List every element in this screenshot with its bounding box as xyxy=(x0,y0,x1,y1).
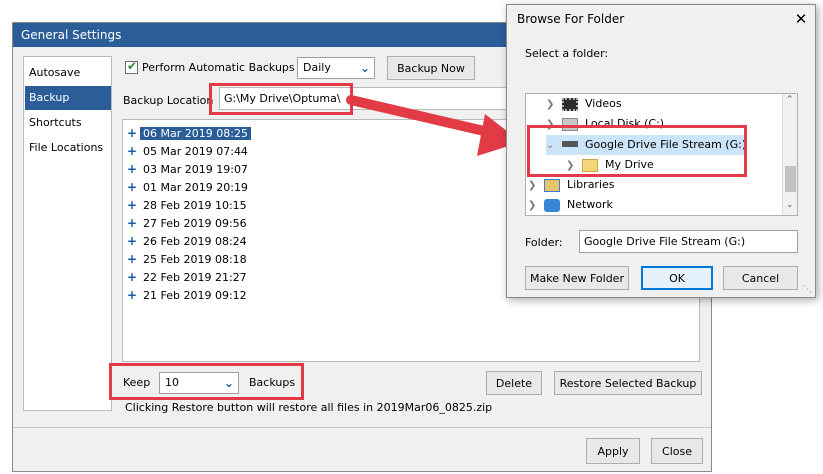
nav-item-file-locations[interactable]: File Locations xyxy=(25,136,111,160)
divider xyxy=(13,427,711,428)
annotation-arrow xyxy=(346,95,521,156)
make-new-folder-button[interactable]: Make New Folder xyxy=(525,266,629,290)
folder-value: Google Drive File Stream (G:) xyxy=(584,235,746,248)
chevron-right-icon: ❯ xyxy=(546,99,555,110)
list-item[interactable]: +28 Feb 2019 10:15 xyxy=(127,197,250,214)
scroll-down-icon[interactable]: ⌄ xyxy=(786,200,794,210)
dialog-prompt: Select a folder: xyxy=(525,47,609,60)
chevron-down-icon: ⌄ xyxy=(359,61,370,75)
backup-location-label: Backup Location xyxy=(123,94,214,107)
scroll-up-icon[interactable]: ⌃ xyxy=(786,95,794,105)
list-item[interactable]: +26 Feb 2019 08:24 xyxy=(127,233,250,250)
expand-icon: + xyxy=(127,288,138,302)
cancel-button[interactable]: Cancel xyxy=(723,266,798,290)
tree-item-videos[interactable]: ❯ Videos xyxy=(546,94,622,114)
frequency-value: Daily xyxy=(303,61,331,74)
scrollbar-thumb[interactable] xyxy=(785,166,796,192)
list-item[interactable]: +25 Feb 2019 08:18 xyxy=(127,251,250,268)
resize-grip-icon[interactable]: ⋱ xyxy=(803,285,812,295)
expand-icon: + xyxy=(127,180,138,194)
annotation-box-drive xyxy=(527,125,747,177)
chevron-right-icon: ❯ xyxy=(528,180,537,191)
apply-button[interactable]: Apply xyxy=(586,438,640,464)
list-item[interactable]: +03 Mar 2019 19:07 xyxy=(127,161,251,178)
ok-button[interactable]: OK xyxy=(641,266,713,290)
restore-hint: Clicking Restore button will restore all… xyxy=(125,401,493,414)
folder-label: Folder: xyxy=(525,236,563,249)
expand-icon: + xyxy=(127,126,138,140)
libraries-icon xyxy=(543,178,560,192)
check-icon: ✔ xyxy=(127,59,138,73)
auto-backup-checkbox[interactable]: ✔ xyxy=(125,59,138,74)
annotation-box-keep xyxy=(109,363,304,400)
expand-icon: + xyxy=(127,144,138,158)
network-icon xyxy=(543,198,560,212)
list-item[interactable]: +01 Mar 2019 20:19 xyxy=(127,179,251,196)
expand-icon: + xyxy=(127,270,138,284)
tree-scrollbar[interactable]: ⌃ ⌄ xyxy=(782,94,797,215)
list-item[interactable]: +05 Mar 2019 07:44 xyxy=(127,143,251,160)
expand-icon: + xyxy=(127,162,138,176)
close-icon[interactable]: ✕ xyxy=(791,9,811,29)
tree-item-libraries[interactable]: ❯ Libraries xyxy=(528,175,615,195)
list-item[interactable]: +21 Feb 2019 09:12 xyxy=(127,287,250,304)
nav-item-autosave[interactable]: Autosave xyxy=(25,61,111,85)
restore-selected-backup-button[interactable]: Restore Selected Backup xyxy=(554,371,702,395)
dialog-title: Browse For Folder xyxy=(517,12,625,26)
list-item[interactable]: +27 Feb 2019 09:56 xyxy=(127,215,250,232)
nav-item-backup[interactable]: Backup xyxy=(25,86,111,110)
delete-button[interactable]: Delete xyxy=(486,371,542,395)
frequency-select[interactable]: Daily ⌄ xyxy=(297,57,375,79)
expand-icon: + xyxy=(127,216,138,230)
nav-item-shortcuts[interactable]: Shortcuts xyxy=(25,111,111,135)
list-item[interactable]: +22 Feb 2019 21:27 xyxy=(127,269,250,286)
video-folder-icon xyxy=(561,97,578,111)
chevron-right-icon: ❯ xyxy=(528,200,537,211)
auto-backup-label: Perform Automatic Backups xyxy=(142,61,295,74)
expand-icon: + xyxy=(127,234,138,248)
annotation-box-location xyxy=(209,83,353,115)
list-item[interactable]: +06 Mar 2019 08:25 xyxy=(127,125,251,142)
expand-icon: + xyxy=(127,198,138,212)
expand-icon: + xyxy=(127,252,138,266)
folder-input[interactable]: Google Drive File Stream (G:) xyxy=(579,230,798,253)
settings-nav: Autosave Backup Shortcuts File Locations xyxy=(23,56,112,411)
tree-item-network[interactable]: ❯ Network xyxy=(528,195,613,215)
backup-now-button[interactable]: Backup Now xyxy=(387,56,475,80)
close-button[interactable]: Close xyxy=(651,438,703,464)
